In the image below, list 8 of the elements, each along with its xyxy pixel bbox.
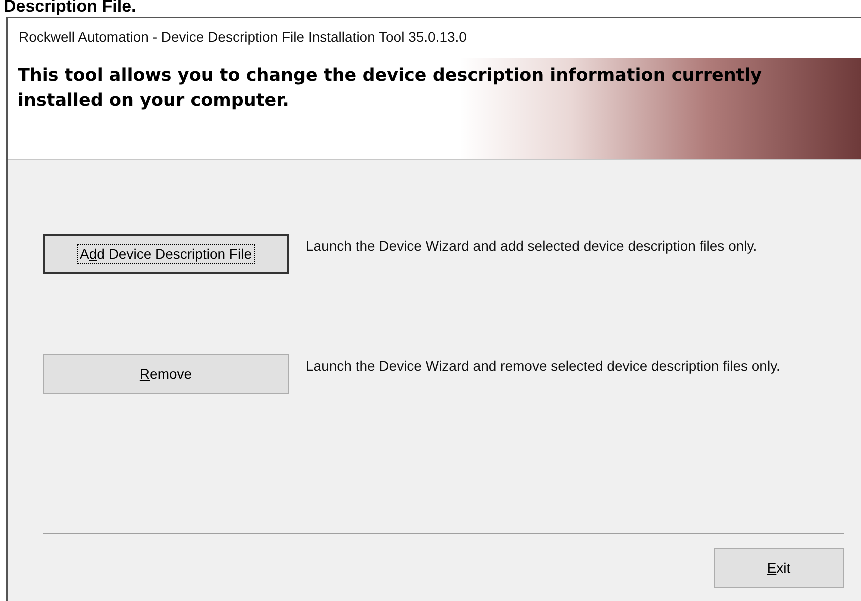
action-description: Launch the Device Wizard and add selected device description files only. (306, 237, 758, 256)
exit-button[interactable]: Exit (714, 548, 844, 588)
banner-text: This tool allows you to change the device description information currently installed on your computer. (17, 65, 764, 113)
page-heading: Description File. (3, 0, 138, 17)
window-title: Rockwell Automation - Device Description File Installation Tool 35.0.13.0 (18, 28, 468, 47)
action-button[interactable]: Remove (43, 354, 289, 394)
action-button[interactable]: Add Device Description File (43, 234, 289, 274)
action-description: Launch the Device Wizard and remove selected device description files only. (306, 357, 782, 376)
